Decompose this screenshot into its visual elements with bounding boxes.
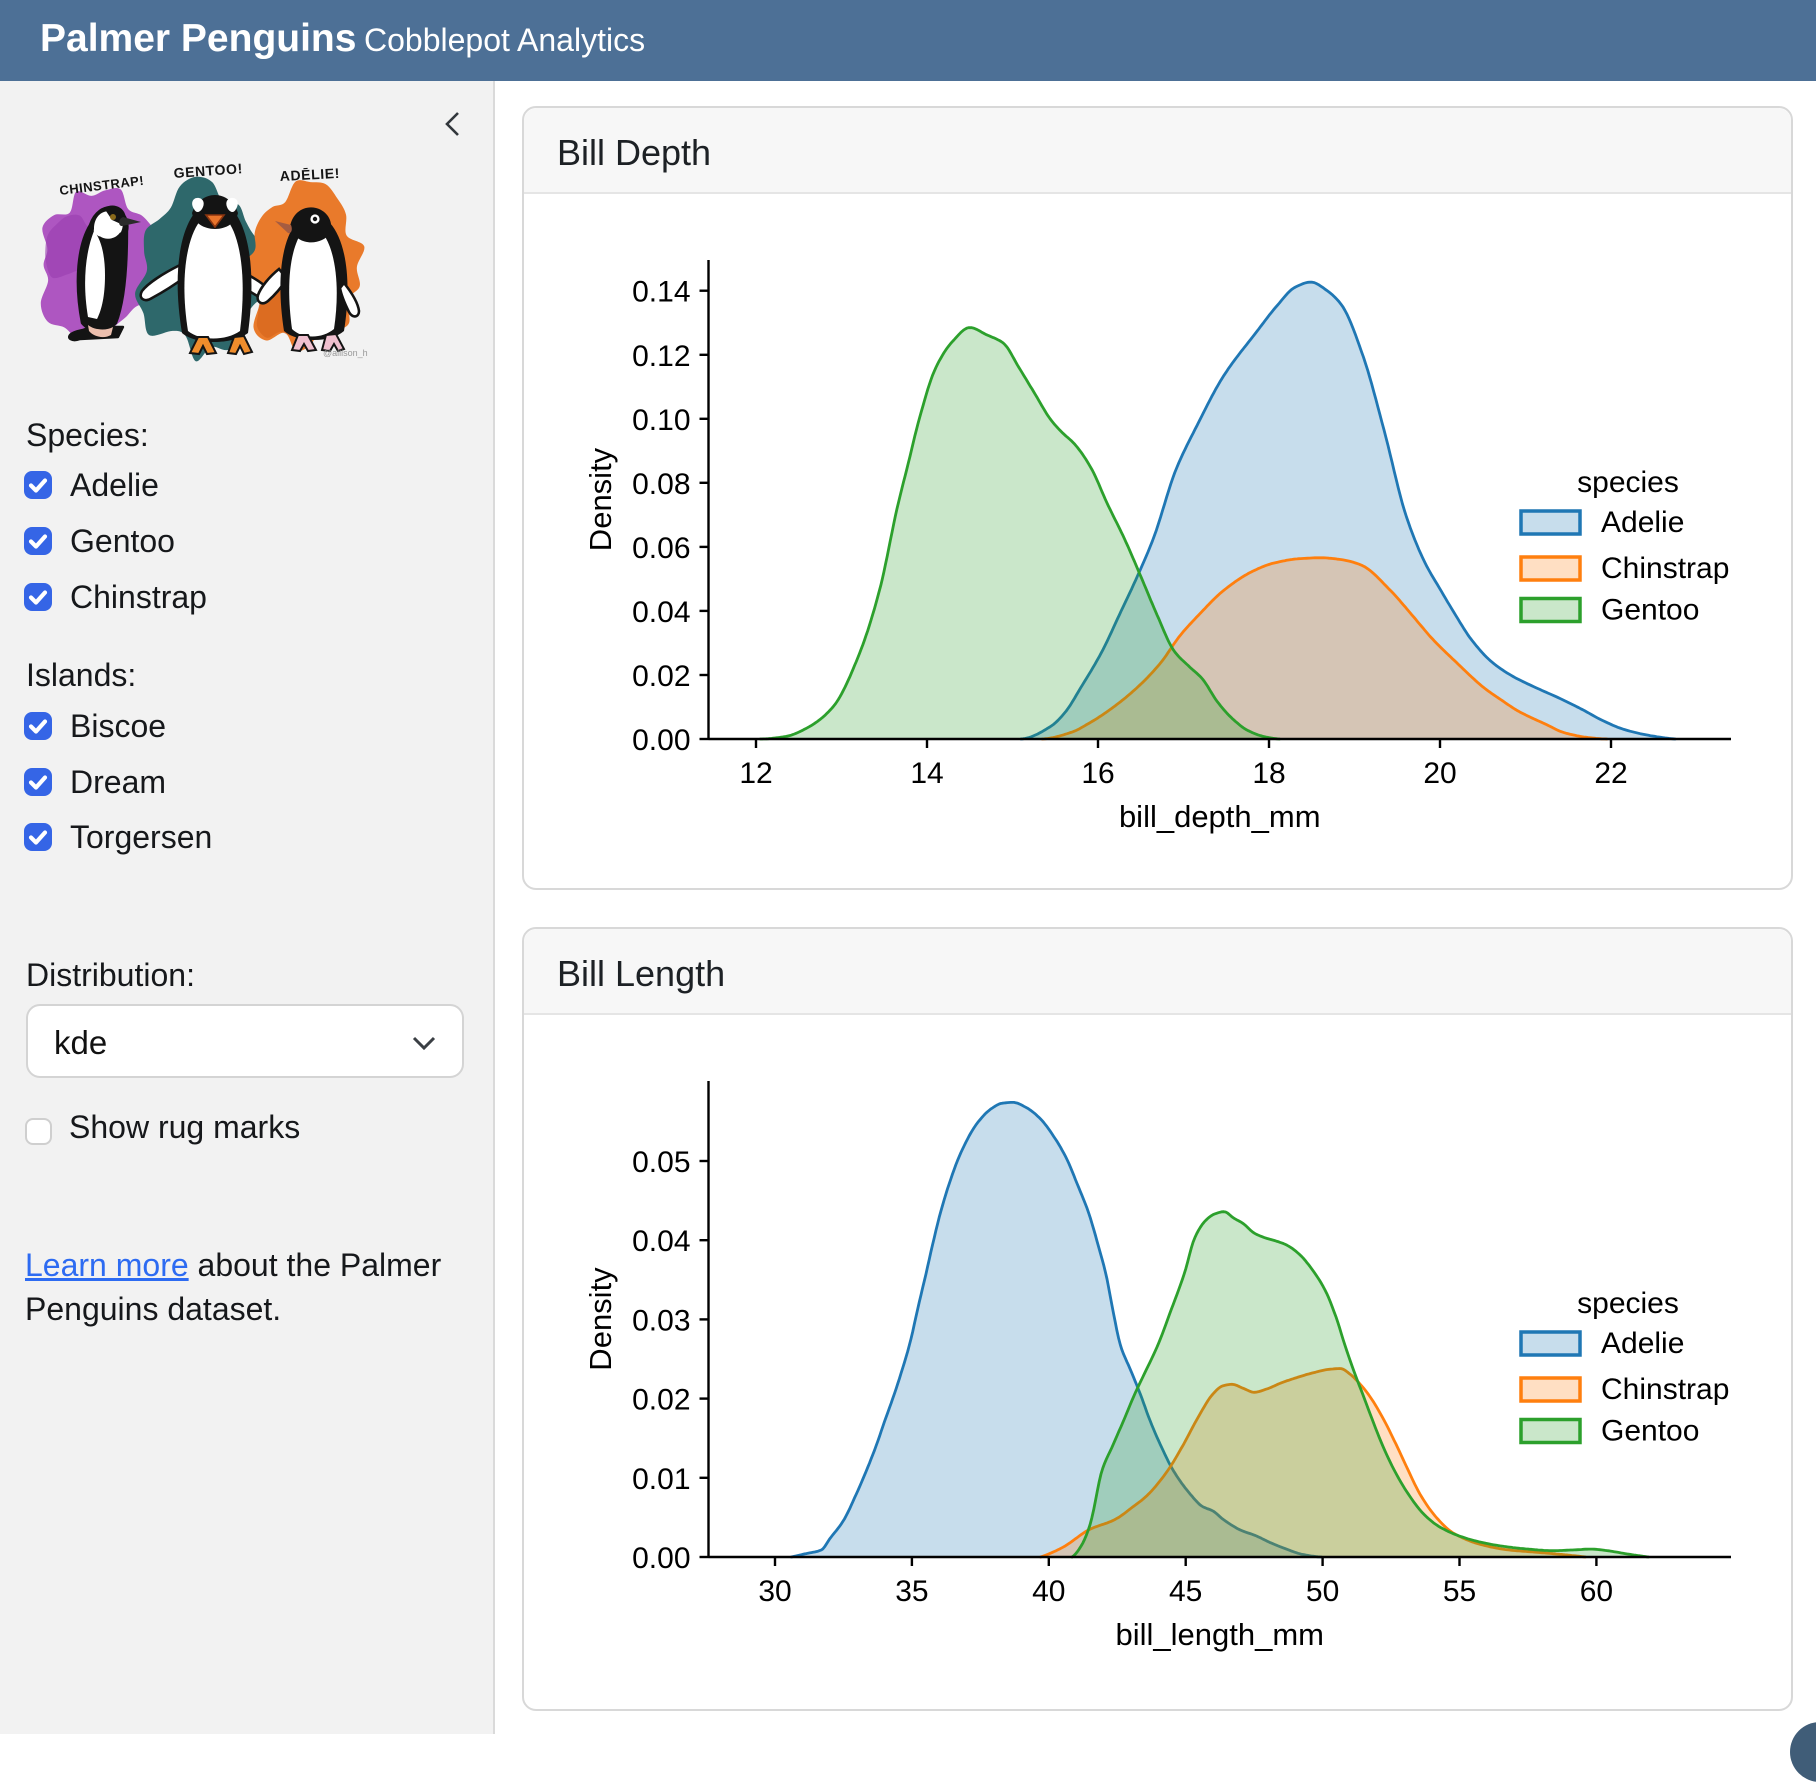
svg-text:0.06: 0.06 xyxy=(632,532,690,565)
svg-text:0.12: 0.12 xyxy=(632,340,690,373)
svg-text:0.00: 0.00 xyxy=(632,1542,690,1575)
svg-text:0.02: 0.02 xyxy=(632,1384,690,1417)
svg-text:Gentoo: Gentoo xyxy=(1601,1415,1699,1448)
svg-text:45: 45 xyxy=(1169,1575,1202,1608)
svg-text:Gentoo: Gentoo xyxy=(1601,594,1699,627)
svg-text:Density: Density xyxy=(583,447,618,551)
svg-text:30: 30 xyxy=(758,1575,791,1608)
svg-text:Chinstrap: Chinstrap xyxy=(1601,1373,1729,1406)
svg-text:bill_length_mm: bill_length_mm xyxy=(1116,1617,1325,1652)
svg-text:0.04: 0.04 xyxy=(632,1225,690,1258)
svg-text:Adelie: Adelie xyxy=(1601,1327,1684,1360)
svg-text:60: 60 xyxy=(1580,1575,1613,1608)
svg-text:@allison_horst: @allison_horst xyxy=(323,348,368,358)
svg-text:Chinstrap: Chinstrap xyxy=(1601,552,1729,585)
svg-text:0.03: 0.03 xyxy=(632,1304,690,1337)
svg-text:0.04: 0.04 xyxy=(632,596,690,629)
svg-text:14: 14 xyxy=(910,757,943,790)
svg-text:Adelie: Adelie xyxy=(1601,506,1684,539)
svg-text:40: 40 xyxy=(1032,1575,1065,1608)
svg-text:ADĒLIE!: ADĒLIE! xyxy=(279,165,340,184)
svg-text:55: 55 xyxy=(1443,1575,1476,1608)
svg-text:18: 18 xyxy=(1252,757,1285,790)
svg-text:0.10: 0.10 xyxy=(632,404,690,437)
svg-text:22: 22 xyxy=(1594,757,1627,790)
svg-text:bill_depth_mm: bill_depth_mm xyxy=(1119,799,1321,834)
svg-text:50: 50 xyxy=(1306,1575,1339,1608)
svg-text:Density: Density xyxy=(583,1267,618,1371)
svg-text:0.14: 0.14 xyxy=(632,276,690,309)
svg-text:0.08: 0.08 xyxy=(632,468,690,501)
svg-text:GENTOO!: GENTOO! xyxy=(173,160,243,181)
svg-text:0.05: 0.05 xyxy=(632,1146,690,1179)
svg-text:12: 12 xyxy=(739,757,772,790)
svg-text:0.00: 0.00 xyxy=(632,724,690,757)
svg-text:0.02: 0.02 xyxy=(632,660,690,693)
svg-text:16: 16 xyxy=(1081,757,1114,790)
svg-text:species: species xyxy=(1577,1287,1679,1320)
svg-text:20: 20 xyxy=(1423,757,1456,790)
svg-text:35: 35 xyxy=(895,1575,928,1608)
svg-text:species: species xyxy=(1577,466,1679,499)
svg-text:0.01: 0.01 xyxy=(632,1463,690,1496)
